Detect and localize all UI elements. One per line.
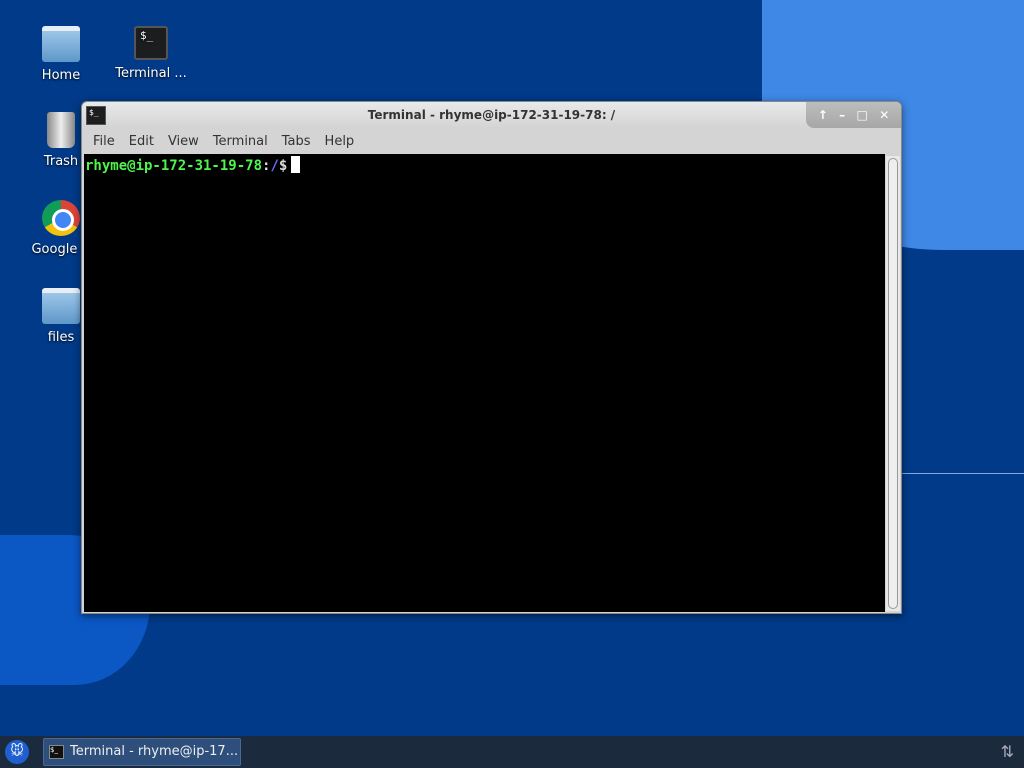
maximize-button[interactable]: □ [857, 108, 868, 122]
menu-file[interactable]: File [86, 134, 122, 149]
menu-bar: File Edit View Terminal Tabs Help [82, 129, 901, 154]
icon-label: Home [41, 68, 81, 83]
prompt-user-host: rhyme@ip-172-31-19-78 [85, 158, 263, 174]
title-bar[interactable]: $_ Terminal - rhyme@ip-172-31-19-78: / ↑… [82, 102, 901, 129]
icon-label: files [47, 330, 75, 345]
desktop-icon-terminal[interactable]: $_ Terminal ... [106, 26, 196, 81]
menu-terminal[interactable]: Terminal [206, 134, 275, 149]
scrollbar[interactable] [886, 156, 900, 611]
close-button[interactable]: ✕ [879, 108, 889, 122]
taskbar: 🐭 $_ Terminal - rhyme@ip-17... ⇅ [0, 736, 1024, 768]
terminal-icon: $_ [49, 745, 64, 759]
chrome-icon [42, 200, 80, 236]
scrollbar-thumb[interactable] [888, 158, 898, 609]
trash-icon [47, 112, 75, 148]
network-icon[interactable]: ⇅ [1001, 742, 1014, 761]
wallpaper-line [902, 473, 1024, 474]
terminal-icon: $_ [134, 26, 168, 60]
home-folder-icon [42, 26, 80, 62]
taskbar-item-terminal[interactable]: $_ Terminal - rhyme@ip-17... [43, 738, 241, 766]
terminal-window: $_ Terminal - rhyme@ip-172-31-19-78: / ↑… [81, 101, 902, 614]
task-label: Terminal - rhyme@ip-17... [70, 744, 239, 759]
menu-tabs[interactable]: Tabs [275, 134, 318, 149]
terminal-output[interactable]: rhyme@ip-172-31-19-78:/$ [84, 154, 885, 612]
folder-icon [42, 288, 80, 324]
text-cursor [291, 156, 301, 173]
menu-help[interactable]: Help [318, 134, 362, 149]
icon-label: Trash [43, 154, 79, 169]
shade-button[interactable]: ↑ [818, 108, 828, 122]
window-title: Terminal - rhyme@ip-172-31-19-78: / [367, 108, 616, 122]
prompt-symbol: $ [278, 158, 288, 174]
minimize-button[interactable]: – [839, 108, 845, 122]
whisker-menu-button[interactable]: 🐭 [5, 740, 29, 764]
prompt-path: / [270, 158, 279, 174]
desktop-icon-home[interactable]: Home [16, 26, 106, 83]
menu-edit[interactable]: Edit [122, 134, 161, 149]
menu-view[interactable]: View [161, 134, 206, 149]
icon-label: Terminal ... [115, 66, 187, 81]
